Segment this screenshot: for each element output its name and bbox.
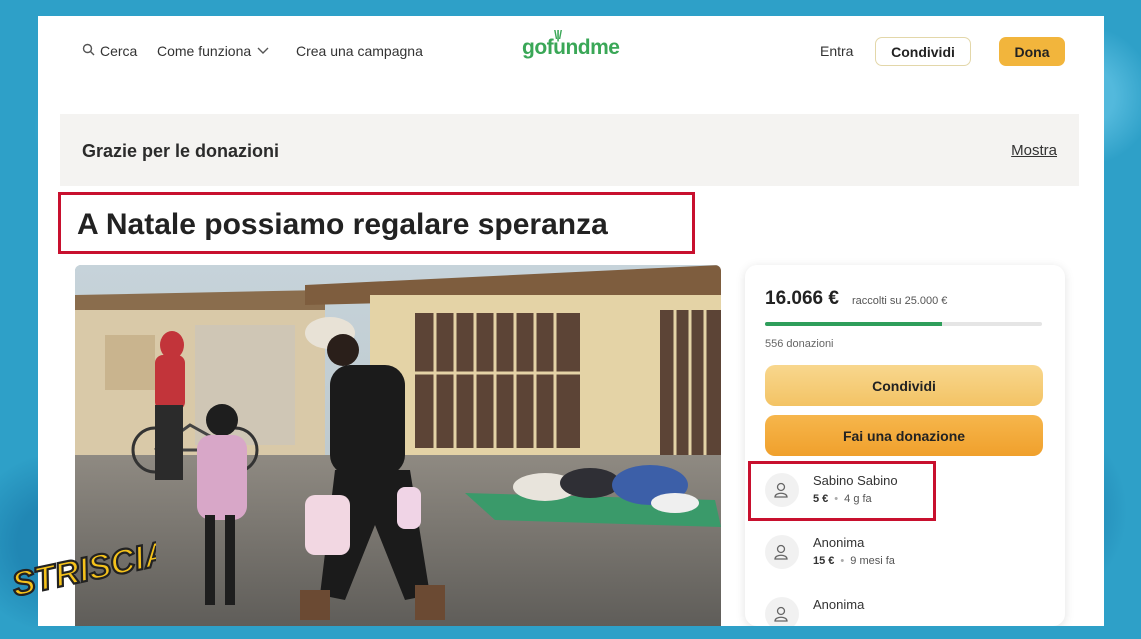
donations-count: 556 donazioni [765, 338, 834, 350]
svg-text:STRISCIA: STRISCIA [9, 534, 156, 604]
how-it-works-menu[interactable]: Come funziona [157, 43, 270, 59]
top-navigation: Cerca Come funziona Crea una campagna \|… [38, 16, 1104, 88]
how-it-works-label: Come funziona [157, 43, 252, 59]
banner-text: Grazie per le donazioni [82, 141, 280, 161]
donor-highlight-box [748, 461, 936, 521]
search-link[interactable]: Cerca [82, 43, 137, 59]
sun-icon: \|/ [554, 28, 562, 42]
donor-name: Anonima [813, 535, 865, 550]
donor-name: Anonima [813, 597, 865, 612]
donor-meta: 15 € • 9 mesi fa [813, 555, 895, 567]
thanks-banner: Grazie per le donazioni Mostra [60, 114, 1079, 186]
progress-bar [765, 322, 1042, 326]
donor-avatar-icon [765, 597, 799, 626]
progress-bar-fill [765, 322, 943, 326]
donor-time: 9 mesi fa [850, 555, 895, 567]
title-highlight-box: A Natale possiamo regalare speranza [58, 192, 695, 254]
show-link[interactable]: Mostra [1011, 142, 1057, 159]
donate-button[interactable]: Dona [999, 37, 1065, 66]
raised-amount: 16.066 € [765, 288, 839, 309]
browser-screen: Cerca Come funziona Crea una campagna \|… [38, 16, 1104, 626]
search-label: Cerca [100, 43, 138, 59]
chevron-down-icon [256, 44, 270, 59]
login-link[interactable]: Entra [820, 43, 853, 59]
search-icon [82, 43, 95, 59]
donor-item: Anonima [765, 589, 1045, 626]
card-share-button[interactable]: Condividi [765, 365, 1043, 406]
goal-text: raccolti su 25.000 € [852, 295, 948, 307]
gofundme-logo[interactable]: \|/ gofundme [522, 28, 620, 60]
share-button[interactable]: Condividi [875, 37, 971, 66]
create-campaign-label: Crea una campagna [296, 43, 423, 59]
striscia-logo: STRISCIA [6, 520, 173, 630]
card-donate-button[interactable]: Fai una donazione [765, 415, 1043, 456]
campaign-title: A Natale possiamo regalare speranza [77, 208, 608, 241]
campaign-photo-illustration [75, 265, 721, 626]
create-campaign-link[interactable]: Crea una campagna [296, 43, 423, 59]
donor-avatar-icon [765, 535, 799, 569]
logo-text: gofundme [522, 36, 620, 59]
donation-card: 16.066 € raccolti su 25.000 € 556 donazi… [745, 265, 1065, 626]
donor-item: Anonima 15 € • 9 mesi fa [765, 527, 1045, 577]
campaign-photo[interactable] [75, 265, 721, 626]
donor-amount: 15 € [813, 555, 835, 567]
